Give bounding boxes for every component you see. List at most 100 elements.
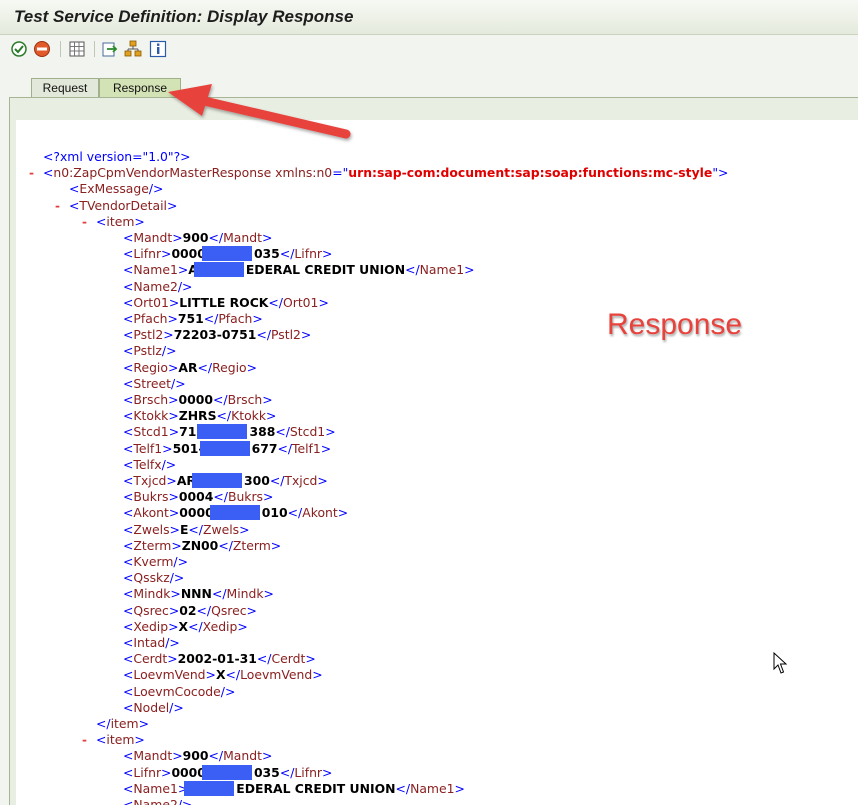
xml-field-name: Qsskz (133, 570, 170, 586)
xml-bracket: /> (177, 278, 193, 294)
xml-bracket: > (270, 537, 282, 553)
stop-icon[interactable] (33, 40, 51, 58)
xml-field-line: <Name1>AEDERAL CREDIT UNION</Name1> (123, 262, 475, 278)
xml-bracket: < (123, 667, 134, 683)
xml-bracket: < (123, 327, 134, 343)
xml-field-line: <Nodel/> (123, 700, 184, 716)
xml-bracket: < (123, 230, 134, 245)
xml-bracket: =" (332, 165, 349, 181)
xml-bracket: < (123, 424, 134, 440)
collapse-toggle[interactable]: - (82, 732, 87, 748)
xml-field-line: <Name2/> (123, 797, 192, 805)
xml-bracket: < (123, 764, 134, 780)
xml-bracket: > (167, 197, 178, 213)
xml-field-value: 0000 (179, 505, 214, 521)
xml-bracket: /> (220, 683, 236, 699)
xml-bracket: </ (405, 262, 420, 278)
xml-item-tag: item (106, 213, 135, 229)
hierarchy-icon[interactable] (124, 40, 142, 58)
xml-bracket: < (123, 489, 134, 505)
xml-line-item-open: <item> (96, 732, 145, 748)
xml-field-name: Telf1 (133, 440, 163, 456)
tab-request[interactable]: Request (31, 78, 99, 98)
xml-field-name: Name1 (133, 780, 178, 796)
xml-line-item-open: <item> (96, 214, 145, 230)
collapse-toggle[interactable]: - (29, 165, 34, 181)
info-icon[interactable] (149, 40, 167, 58)
xml-field-value: NNN (180, 586, 212, 602)
xml-field-name: Mindk (133, 586, 171, 602)
xml-bracket: < (123, 537, 134, 553)
xml-bracket: </ (279, 246, 295, 262)
xml-bracket: < (123, 699, 134, 715)
xml-field-close-name: Zwels (202, 521, 240, 537)
xml-field-line: <Name1> EDERAL CREDIT UNION</Name1> (123, 780, 465, 797)
xml-bracket: > (322, 764, 333, 780)
xml-bracket: > (325, 424, 336, 440)
xml-field-line: <Telfx/> (123, 457, 176, 473)
xml-field-line: <Bukrs>0004</Bukrs> (123, 489, 273, 505)
xml-field-close-name: Bukrs (227, 489, 264, 505)
xml-field-close-name: Cerdt (271, 651, 306, 667)
xml-bracket: > (170, 586, 181, 602)
xml-bracket: < (123, 408, 134, 424)
xml-field-line: <Qsskz/> (123, 570, 184, 586)
xml-field-close-name: Qsrec (211, 602, 247, 618)
xml-bracket: < (96, 213, 107, 229)
xml-bracket: > (169, 521, 180, 537)
xml-bracket: > (454, 780, 465, 796)
check-icon[interactable] (10, 40, 28, 58)
xml-bracket: > (263, 586, 274, 602)
xml-bracket: > (263, 489, 274, 505)
xml-field-close-name: Lifnr (294, 764, 323, 780)
xml-field-value-tail: 010 (261, 505, 288, 521)
xml-bracket: > (246, 602, 257, 618)
xml-field-value: X (178, 618, 189, 634)
xml-field-name: Zwels (133, 521, 170, 537)
xml-field-value: ZN00 (181, 537, 219, 553)
xml-bracket: > (252, 311, 263, 326)
xml-bracket: </ (213, 392, 228, 407)
xml-field-name: Qsrec (133, 602, 169, 618)
xml-bracket: </ (216, 408, 232, 424)
xml-root-tag: n0:ZapCpmVendorMasterResponse (53, 165, 272, 181)
xml-bracket: < (123, 748, 134, 764)
collapse-toggle[interactable]: - (82, 214, 87, 230)
xml-field-line: <Lifnr>0000 035</Lifnr> (123, 246, 332, 262)
xml-field-name: Lifnr (133, 764, 162, 780)
xml-bracket: > (168, 489, 179, 505)
xml-bracket: > (261, 230, 273, 245)
xml-field-name: Txjcd (133, 473, 167, 488)
xml-bracket: </ (208, 230, 224, 245)
xml-field-close-name: Mindk (226, 586, 264, 602)
redaction-box (201, 246, 252, 262)
grid-icon[interactable] (68, 40, 86, 58)
xml-bracket: > (318, 294, 329, 310)
redaction-holder (209, 505, 262, 521)
xml-field-name: Stcd1 (133, 424, 169, 440)
xml-field-line: <Zwels>E</Zwels> (123, 522, 250, 538)
xml-bracket: > (171, 537, 182, 553)
xml-field-name: Mandt (133, 230, 173, 245)
redaction-holder (193, 262, 246, 278)
xml-field-value-tail: EDERAL CREDIT UNION (245, 262, 406, 278)
xml-viewer[interactable]: <?xml version="1.0"?> - <n0:ZapCpmVendorMa… (16, 120, 858, 805)
xml-field-name: Mandt (133, 748, 173, 764)
xml-field-line: <Kverm/> (123, 554, 188, 570)
xml-bracket: > (161, 246, 172, 262)
application-toolbar (0, 35, 858, 65)
xml-bracket: < (123, 392, 134, 407)
xml-bracket: </ (275, 424, 290, 440)
xml-bracket: < (123, 278, 134, 294)
xml-bracket: </ (269, 473, 285, 488)
xml-bracket: < (123, 440, 134, 456)
xml-field-value-tail: 677 (251, 440, 278, 456)
xml-bracket: </ (256, 327, 271, 343)
collapse-toggle[interactable]: - (55, 198, 60, 214)
redaction-holder (197, 424, 249, 440)
xml-field-name: Bukrs (133, 489, 169, 505)
redaction-holder (201, 764, 254, 780)
xml-field-name: Name2 (133, 797, 178, 805)
xml-field-line: <Lifnr>0000 035</Lifnr> (123, 764, 333, 781)
export-icon[interactable] (101, 40, 119, 58)
